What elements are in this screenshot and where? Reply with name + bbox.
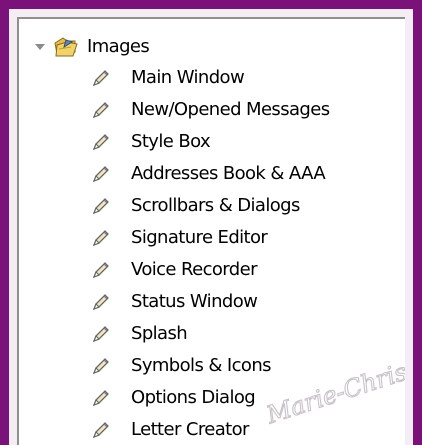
tree-item-new-opened-messages[interactable]: New/Opened Messages (90, 94, 330, 125)
tree-item-label: New/Opened Messages (131, 99, 330, 120)
tree-item-addresses-book[interactable]: Addresses Book & AAA (90, 158, 326, 189)
tree-item-label: Splash (131, 323, 188, 344)
pencil-icon (90, 323, 112, 345)
tree-item-label: Addresses Book & AAA (131, 163, 326, 184)
tree-item-main-window[interactable]: Main Window (90, 62, 245, 93)
tree-item-signature-editor[interactable]: Signature Editor (90, 222, 268, 253)
tree-item-letter-creator[interactable]: Letter Creator (90, 414, 249, 445)
tree-item-label: Options Dialog (131, 387, 256, 408)
pencil-icon (90, 419, 112, 441)
pencil-icon (90, 259, 112, 281)
tree-item-voice-recorder[interactable]: Voice Recorder (90, 254, 257, 285)
tree-item-options-dialog[interactable]: Options Dialog (90, 382, 256, 413)
pencil-icon (90, 99, 112, 121)
tree-root-label: Images (87, 36, 150, 57)
image-tree: Images Main Window New/Opened Messages S… (19, 19, 405, 445)
pencil-icon (90, 67, 112, 89)
tree-item-splash[interactable]: Splash (90, 318, 188, 349)
tree-item-label: Status Window (131, 291, 258, 312)
pencil-icon (90, 195, 112, 217)
tree-item-symbols-icons[interactable]: Symbols & Icons (90, 350, 272, 381)
pencil-icon (90, 291, 112, 313)
triangle-down-icon[interactable] (31, 38, 49, 56)
tree-item-status-window[interactable]: Status Window (90, 286, 258, 317)
tree-item-label: Symbols & Icons (131, 355, 272, 376)
pencil-icon (90, 227, 112, 249)
tree-item-label: Voice Recorder (131, 259, 257, 280)
tree-item-label: Letter Creator (131, 419, 249, 440)
pencil-icon (90, 387, 112, 409)
tree-panel: Images Main Window New/Opened Messages S… (17, 17, 405, 445)
pencil-icon (90, 131, 112, 153)
tree-item-label: Main Window (131, 67, 245, 88)
tree-item-scrollbars-dialogs[interactable]: Scrollbars & Dialogs (90, 190, 300, 221)
pencil-icon (90, 355, 112, 377)
pencil-icon (90, 163, 112, 185)
tree-item-label: Style Box (131, 131, 211, 152)
tree-item-label: Signature Editor (131, 227, 268, 248)
tree-root-images[interactable]: Images (31, 31, 150, 62)
tree-item-style-box[interactable]: Style Box (90, 126, 211, 157)
tree-item-label: Scrollbars & Dialogs (131, 195, 300, 216)
folder-open-icon (53, 36, 79, 58)
